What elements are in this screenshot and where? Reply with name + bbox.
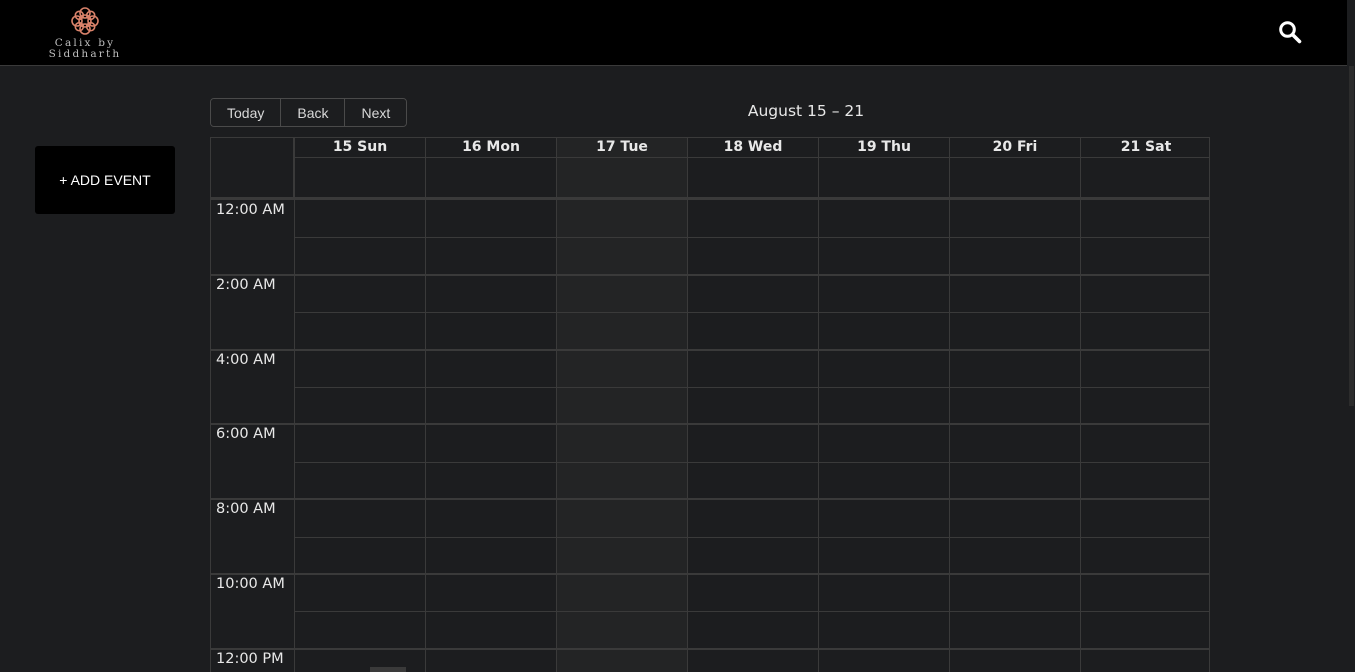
day-header-2[interactable]: 16 Mon xyxy=(425,138,556,197)
half-slot-divider xyxy=(294,312,1209,314)
day-header-7[interactable]: 21 Sat xyxy=(1080,138,1209,197)
half-slot-divider xyxy=(294,387,1209,388)
week-calendar: 15 Sun 16 Mon 17 Tue 18 Wed 19 Thu 20 Fri 21 S… xyxy=(210,137,1210,672)
back-button[interactable]: Back xyxy=(281,99,346,126)
hour-divider xyxy=(211,273,1209,276)
today-button[interactable]: Today xyxy=(211,99,282,126)
time-label: 8:00 AM xyxy=(216,501,276,518)
day-header-label: 20 Fri xyxy=(950,138,1080,158)
search-button[interactable] xyxy=(1277,19,1303,45)
day-column-5[interactable] xyxy=(818,200,949,672)
vertical-scroll-thumb[interactable] xyxy=(1349,66,1354,406)
half-slot-divider xyxy=(294,237,1209,239)
day-column-4[interactable] xyxy=(687,200,818,672)
hour-divider xyxy=(211,423,1209,426)
day-column-3[interactable] xyxy=(556,200,687,672)
date-range-label: August 15 – 21 xyxy=(747,102,865,120)
day-column-1[interactable] xyxy=(294,200,425,672)
day-header-1[interactable]: 15 Sun xyxy=(294,138,425,197)
brand-logo[interactable]: Calix by Siddharth xyxy=(40,4,130,62)
half-slot-divider xyxy=(294,611,1209,613)
day-header-label: 15 Sun xyxy=(295,138,425,158)
search-icon xyxy=(1279,21,1302,44)
half-slot-divider xyxy=(294,536,1209,538)
brand-name-line2: Siddharth xyxy=(48,48,122,60)
time-label: 4:00 AM xyxy=(216,351,276,368)
day-header-label: 17 Tue xyxy=(557,138,687,158)
time-label: 6:00 AM xyxy=(216,426,276,443)
header-gutter xyxy=(211,138,294,197)
day-column-7[interactable] xyxy=(1080,200,1209,672)
hour-divider xyxy=(211,348,1209,351)
day-column-6[interactable] xyxy=(949,200,1080,672)
time-label: 10:00 AM xyxy=(216,576,285,592)
time-label: 12:00 PM xyxy=(216,650,284,667)
time-label: 12:00 AM xyxy=(216,202,285,218)
horizontal-scroll-thumb[interactable] xyxy=(370,667,406,672)
day-header-label: 18 Wed xyxy=(688,138,818,158)
add-event-button[interactable]: + ADD EVENT xyxy=(35,146,175,214)
day-header-label: 21 Sat xyxy=(1081,138,1209,158)
day-header-3[interactable]: 17 Tue xyxy=(556,138,687,197)
time-label: 2:00 AM xyxy=(216,276,276,293)
top-bar: Calix by Siddharth xyxy=(0,0,1355,66)
next-button[interactable]: Next xyxy=(345,99,407,126)
knot-logo-icon xyxy=(71,7,99,35)
day-header-4[interactable]: 18 Wed xyxy=(687,138,818,197)
hour-divider xyxy=(211,647,1209,650)
day-header-label: 16 Mon xyxy=(426,138,556,158)
hour-divider xyxy=(211,498,1209,501)
day-header-label: 19 Thu xyxy=(819,138,949,158)
calendar-nav-toolbar: Today Back Next xyxy=(210,98,408,127)
hour-divider xyxy=(211,573,1209,575)
day-header-5[interactable]: 19 Thu xyxy=(818,138,949,197)
day-header-6[interactable]: 20 Fri xyxy=(949,138,1080,197)
day-column-2[interactable] xyxy=(425,200,556,672)
calendar-body: 12:00 AM 2:00 AM 4:00 AM 6:00 AM 8:00 AM 10:0… xyxy=(211,200,1209,672)
half-slot-divider xyxy=(294,461,1209,463)
calendar-header: 15 Sun 16 Mon 17 Tue 18 Wed 19 Thu 20 Fri 21 S… xyxy=(211,138,1209,200)
